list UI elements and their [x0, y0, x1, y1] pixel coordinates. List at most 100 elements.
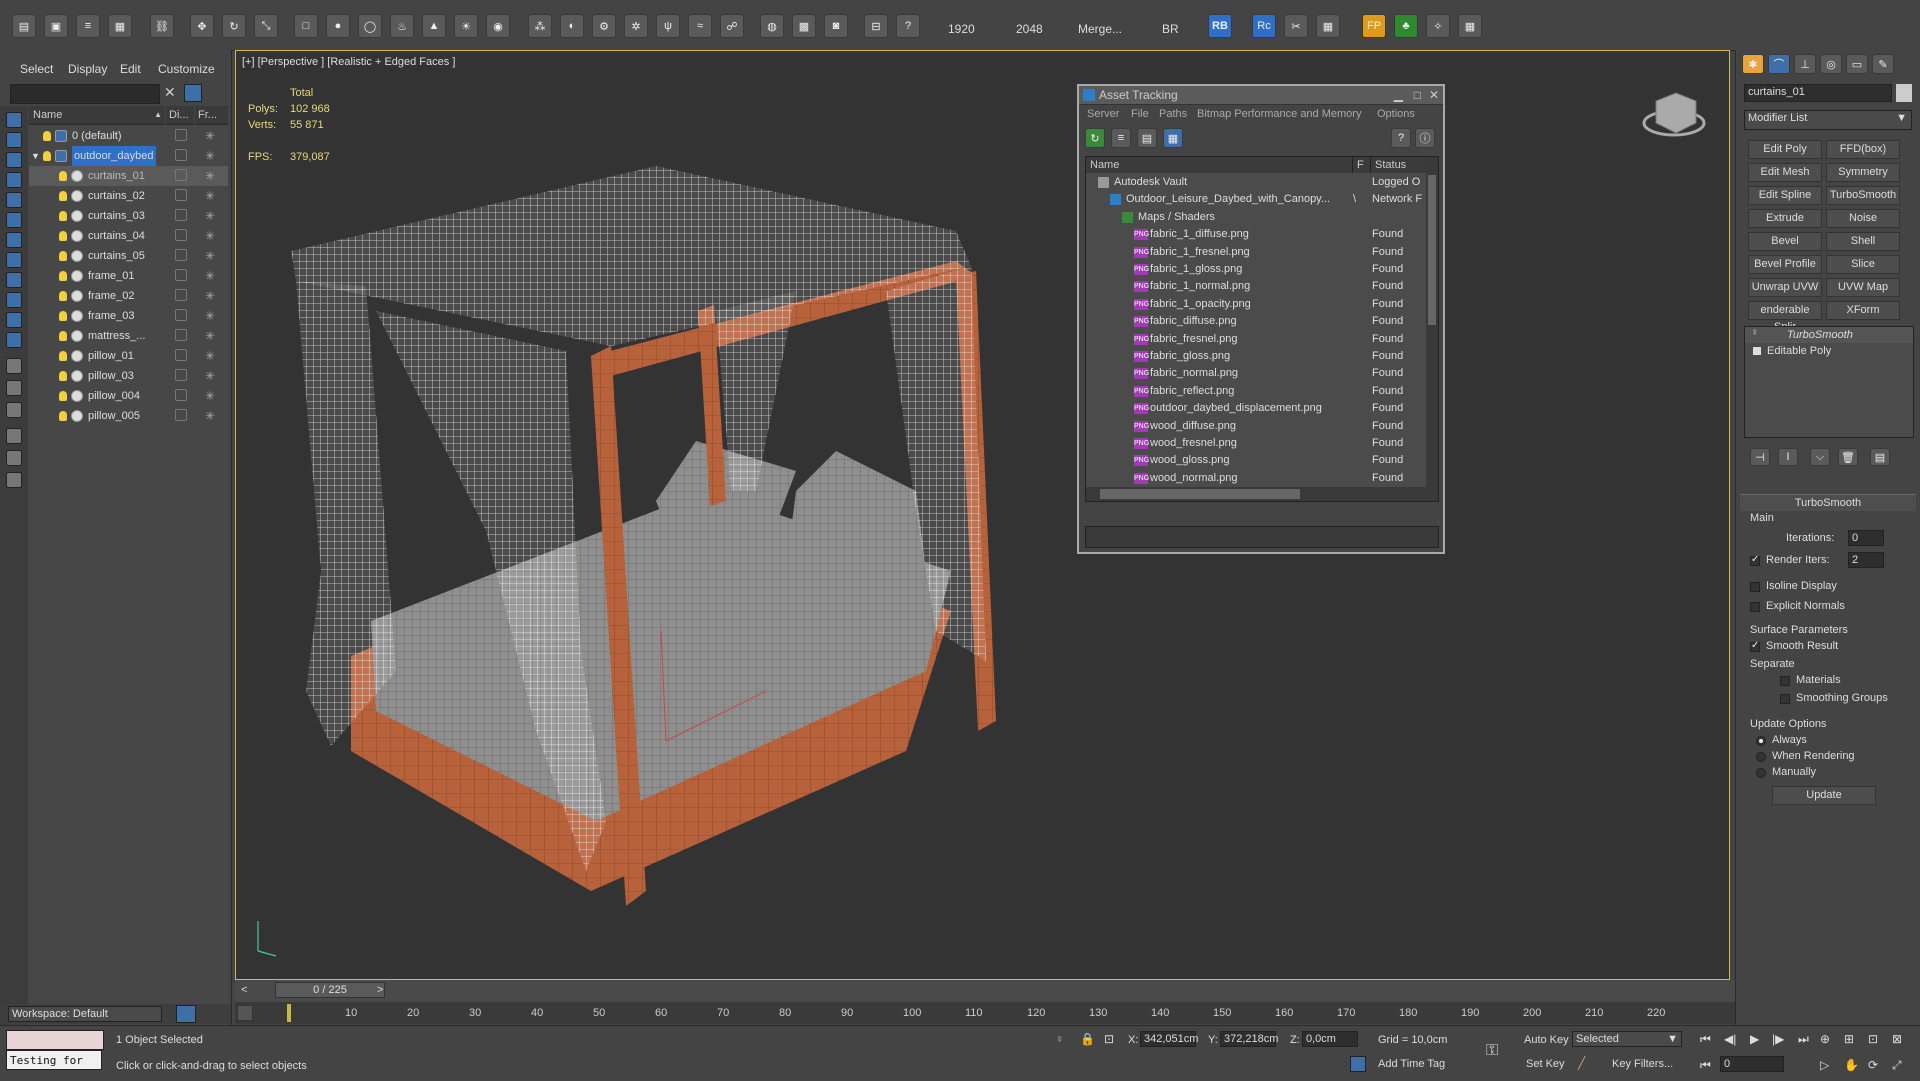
asset-hscrollbar[interactable] — [1086, 487, 1426, 501]
modifier-button[interactable]: Edit Spline — [1748, 186, 1822, 205]
asset-row[interactable]: Maps / Shaders — [1086, 209, 1426, 226]
orbit-icon[interactable]: ⟳ — [1868, 1058, 1878, 1072]
display-toggle-icon[interactable] — [175, 409, 187, 421]
modifier-button[interactable]: UVW Map — [1826, 278, 1900, 297]
viewport-label[interactable]: [+] [Perspective ] [Realistic + Edged Fa… — [242, 56, 455, 68]
explicit-normals-checkbox[interactable] — [1750, 602, 1760, 612]
zoom-icon[interactable]: ⊕ — [1820, 1032, 1830, 1046]
display-spacewarps-icon[interactable] — [6, 232, 22, 248]
go-to-end-icon[interactable]: ⏭ — [1798, 1032, 1809, 1047]
light-icon[interactable]: ☀ — [454, 14, 478, 38]
cone-icon[interactable]: ▲ — [422, 14, 446, 38]
display-xrefs-icon[interactable] — [6, 272, 22, 288]
previous-frame-icon[interactable]: ◀| — [1724, 1032, 1736, 1046]
utilities-tab-icon[interactable]: ✎ — [1872, 54, 1894, 74]
freeze-toggle-icon[interactable]: ✳ — [205, 166, 215, 186]
lock-icon[interactable]: 🔒 — [1080, 1032, 1095, 1046]
help-icon[interactable]: ? — [896, 14, 920, 38]
mini-curve-editor-icon[interactable] — [237, 1005, 253, 1021]
visibility-bulb-icon[interactable] — [59, 331, 67, 341]
display-toggle-icon[interactable] — [175, 389, 187, 401]
visibility-bulb-icon[interactable] — [43, 151, 51, 161]
render-iters-spinner[interactable]: 2 — [1848, 552, 1884, 568]
display-toggle-icon[interactable] — [175, 149, 187, 161]
visibility-bulb-icon[interactable] — [59, 211, 67, 221]
teapot-icon[interactable]: ♨ — [390, 14, 414, 38]
absolute-mode-icon[interactable]: ⊡ — [1104, 1032, 1114, 1046]
asset-col-flag[interactable]: F — [1353, 157, 1371, 173]
column-header-freeze[interactable]: Fr... — [195, 106, 228, 125]
layers-view-icon[interactable] — [6, 402, 22, 418]
list-icon[interactable]: ≡ — [76, 14, 100, 38]
current-frame-field[interactable]: 0 — [1720, 1056, 1784, 1072]
table-view-icon[interactable]: ▦ — [1163, 128, 1183, 148]
asset-menu-bitmap[interactable]: Bitmap Performance and Memory — [1197, 105, 1361, 123]
move-icon[interactable]: ✥ — [190, 14, 214, 38]
asset-row[interactable]: PNG fabric_1_normal.png Found — [1086, 278, 1426, 295]
display-toggle-icon[interactable] — [175, 269, 187, 281]
wrench-icon[interactable]: ✧ — [1426, 14, 1450, 38]
update-manually-radio[interactable] — [1756, 768, 1766, 778]
visibility-bulb-icon[interactable] — [59, 351, 67, 361]
fp-button[interactable]: FP — [1362, 14, 1386, 38]
br-button[interactable]: BR — [1162, 22, 1179, 36]
layer-manager-icon[interactable] — [176, 1005, 196, 1023]
time-next-arrow[interactable]: > — [377, 984, 383, 996]
explorer-menu-customize[interactable]: Customize — [158, 62, 215, 76]
asset-row[interactable]: PNG fabric_fresnel.png Found — [1086, 331, 1426, 348]
modifier-button[interactable]: TurboSmooth — [1826, 186, 1900, 205]
tree-row[interactable]: ▼ outdoor_daybed ✳ — [29, 146, 228, 166]
freeze-toggle-icon[interactable]: ✳ — [205, 326, 215, 346]
stack-item-editable-poly[interactable]: Editable Poly — [1745, 343, 1913, 359]
visibility-bulb-icon[interactable] — [59, 191, 67, 201]
modify-tab-icon[interactable]: ⌒ — [1768, 54, 1790, 74]
tree-row[interactable]: curtains_02 ✳ — [29, 186, 228, 206]
display-geometry-icon[interactable] — [6, 132, 22, 148]
display-cameras-icon[interactable] — [6, 192, 22, 208]
display-shapes-icon[interactable] — [6, 152, 22, 168]
modifier-button[interactable]: Extrude — [1748, 209, 1822, 228]
modifier-button[interactable]: Edit Mesh — [1748, 163, 1822, 182]
select-link-icon[interactable]: ⛓ — [150, 14, 174, 38]
key-mode-dropdown[interactable]: Selected ▼ — [1572, 1031, 1682, 1047]
table-icon[interactable]: ▦ — [108, 14, 132, 38]
close-icon[interactable]: ✕ — [1429, 86, 1439, 104]
asset-row[interactable]: PNG fabric_normal.png Found — [1086, 365, 1426, 382]
asset-row[interactable]: PNG fabric_gloss.png Found — [1086, 348, 1426, 365]
tree-row[interactable]: pillow_03 ✳ — [29, 366, 228, 386]
visibility-bulb-icon[interactable] — [59, 291, 67, 301]
key-icon[interactable]: ⚿ — [1486, 1042, 1498, 1060]
rotate-icon[interactable]: ↻ — [222, 14, 246, 38]
rb-button[interactable]: RB — [1208, 14, 1232, 38]
tree-row[interactable]: pillow_004 ✳ — [29, 386, 228, 406]
display-toggle-icon[interactable] — [175, 369, 187, 381]
modifier-button[interactable]: Edit Poly — [1748, 140, 1822, 159]
column-header-display[interactable]: Di... — [166, 106, 194, 125]
asset-menu-server[interactable]: Server — [1087, 105, 1119, 123]
next-frame-icon[interactable]: |▶ — [1772, 1032, 1784, 1046]
asset-row[interactable]: PNG fabric_reflect.png Found — [1086, 383, 1426, 400]
display-all-icon[interactable] — [6, 112, 22, 128]
asset-row[interactable]: Autodesk Vault Logged O — [1086, 174, 1426, 191]
hair-icon[interactable]: ≈ — [688, 14, 712, 38]
render-iters-checkbox[interactable] — [1750, 554, 1760, 566]
turbosmooth-rollout-header[interactable]: TurboSmooth — [1740, 494, 1916, 511]
hierarchy-tab-icon[interactable]: ⊥ — [1794, 54, 1816, 74]
open-icon[interactable]: ▤ — [12, 14, 36, 38]
asset-row[interactable]: Outdoor_Leisure_Daybed_with_Canopy... \ Ne… — [1086, 191, 1426, 208]
asset-tracking-titlebar[interactable]: Asset Tracking ▁ □ ✕ — [1079, 86, 1443, 105]
explorer-menu-select[interactable]: Select — [20, 62, 53, 76]
rc-button[interactable]: Rc — [1252, 14, 1276, 38]
display-toggle-icon[interactable] — [175, 329, 187, 341]
display-toggle-icon[interactable] — [175, 169, 187, 181]
display-toggle-icon[interactable] — [175, 189, 187, 201]
visibility-bulb-icon[interactable] — [59, 231, 67, 241]
visibility-bulb-icon[interactable] — [59, 271, 67, 281]
display-lights-icon[interactable] — [6, 172, 22, 188]
freeze-toggle-icon[interactable]: ✳ — [205, 186, 215, 206]
freeze-toggle-icon[interactable]: ✳ — [205, 286, 215, 306]
tree-row[interactable]: curtains_04 ✳ — [29, 226, 228, 246]
material-icon[interactable]: ◐ — [560, 14, 584, 38]
display-frozen-icon[interactable] — [6, 332, 22, 348]
modifier-button[interactable]: Shell — [1826, 232, 1900, 251]
